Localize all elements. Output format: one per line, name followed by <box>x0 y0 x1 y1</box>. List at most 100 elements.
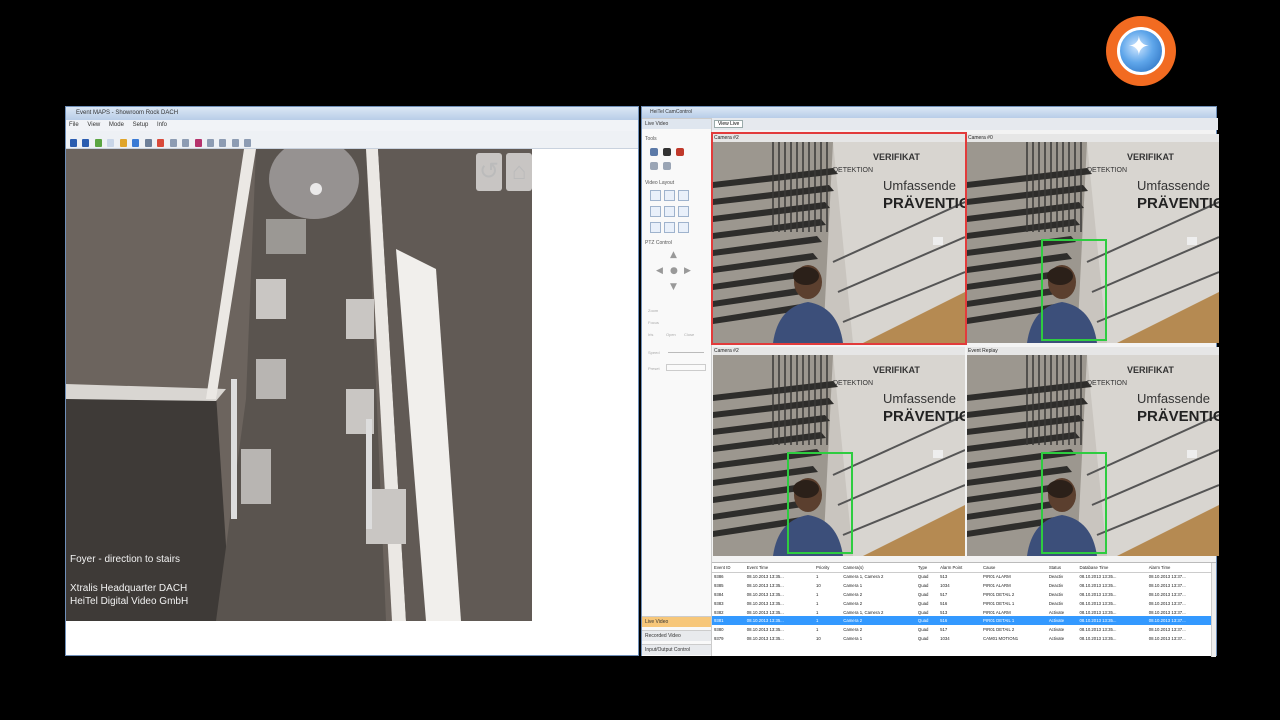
snapshot-icon[interactable] <box>650 162 658 170</box>
column-header[interactable]: Database Time <box>1077 563 1147 573</box>
event-row[interactable]: 9384 08.10.2013 13:35... 1 Camera 2 Quad 517 P… <box>712 590 1216 599</box>
page-icon[interactable] <box>107 139 115 147</box>
iris-open-button[interactable]: Open <box>666 332 676 337</box>
settings-icon[interactable] <box>206 139 214 147</box>
iris-close-button[interactable]: Close <box>684 332 694 337</box>
camcontrol-window: HeiTel CamControl Live Video Tools Video… <box>641 106 1219 657</box>
3d-map-view[interactable]: ↺ ⌂ Foyer - direction to stairs Xtralis … <box>66 149 532 621</box>
grid-icon[interactable] <box>182 139 190 147</box>
column-header[interactable]: Status <box>1046 563 1078 573</box>
home-button[interactable]: ⌂ <box>506 153 532 191</box>
column-header[interactable]: Cause <box>981 563 1047 573</box>
column-header[interactable]: Camera(s) <box>841 563 916 573</box>
record-icon[interactable] <box>157 139 165 147</box>
svg-text:Umfassende: Umfassende <box>1137 178 1210 193</box>
camera-tile[interactable]: Event Replay VERIFIKAT DETEKTION Umfassend… <box>967 347 1219 556</box>
ptz-control-label: PTZ Control <box>645 240 672 246</box>
arrow-right-icon[interactable]: ▶ <box>684 266 691 276</box>
camera-tile[interactable]: Camera #0 VERIFIKAT DETEKTION Umfassende PR… <box>967 134 1219 343</box>
plugin-icon[interactable] <box>194 139 202 147</box>
event-row[interactable]: 9383 08.10.2013 13:35... 1 Camera 2 Quad 516 P… <box>712 599 1216 608</box>
layout-3x3[interactable] <box>678 190 689 201</box>
list-icon[interactable] <box>169 139 177 147</box>
menu-mode[interactable]: Mode <box>109 122 124 128</box>
column-header[interactable]: Priority <box>813 563 842 573</box>
forward-icon[interactable] <box>82 139 90 147</box>
speed-slider[interactable] <box>668 352 704 353</box>
tab-live-video-header[interactable]: Live Video <box>642 118 711 129</box>
column-header[interactable]: Event ID <box>712 563 745 573</box>
menu-bar: File View Mode Setup Info <box>66 120 638 131</box>
tab-recorded-video[interactable]: Recorded Video <box>642 630 711 641</box>
layout-1p5[interactable] <box>664 206 675 217</box>
arrow-left-icon[interactable]: ◀ <box>656 266 663 276</box>
view-live-button[interactable]: View Live <box>714 120 744 128</box>
arrow-down-icon[interactable]: ▼ <box>670 282 677 292</box>
pen-icon[interactable] <box>663 148 671 156</box>
folder-icon[interactable] <box>119 139 127 147</box>
layout-custom[interactable] <box>678 222 689 233</box>
back-icon[interactable] <box>70 139 77 147</box>
focus-label: Focus <box>648 320 659 325</box>
event-list-scrollbar[interactable] <box>1211 563 1216 657</box>
event-cell: Activate <box>1048 609 1065 615</box>
svg-text:VERIFIKAT: VERIFIKAT <box>1127 152 1174 162</box>
event-cell: Deactiv <box>1048 591 1064 597</box>
event-row[interactable]: 9379 08.10.2013 13:35... 10 Camera 1 Quad 103… <box>712 634 1216 643</box>
tab-live-video[interactable]: Live Video <box>642 616 711 627</box>
iris-label: Iris <box>648 332 654 337</box>
event-row[interactable]: 9381 08.10.2013 13:35... 1 Camera 2 Quad 516 P… <box>712 616 1216 626</box>
column-header[interactable]: Event Time <box>744 563 814 573</box>
event-table-header: Event ID Event Time Priority Camera(s) Type A… <box>712 563 1216 573</box>
menu-file[interactable]: File <box>69 122 79 128</box>
event-cell: 1 <box>815 627 819 633</box>
layout-2x2[interactable] <box>664 190 675 201</box>
window-title: HeiTel CamControl <box>642 107 1216 118</box>
layout-1x1[interactable] <box>650 190 661 201</box>
event-row[interactable]: 9385 08.10.2013 13:35... 10 Camera 1 Quad 103… <box>712 581 1216 590</box>
event-cell: Quad <box>917 627 929 633</box>
event-row[interactable]: 9380 08.10.2013 13:35... 1 Camera 2 Quad 517 P… <box>712 625 1216 634</box>
event-cell: 08.10.2013 13:37... <box>1148 582 1186 588</box>
print-icon[interactable] <box>231 139 239 147</box>
arrow-up-icon[interactable]: ▲ <box>670 250 677 260</box>
column-header[interactable]: Alarm Time <box>1146 563 1216 573</box>
menu-view[interactable]: View <box>87 122 100 128</box>
event-cell: 08.10.2013 13:37... <box>1148 636 1186 642</box>
layout-1p12[interactable] <box>650 222 661 233</box>
event-row[interactable]: 9386 08.10.2013 13:35... 1 Camera 1, Camera… <box>712 572 1216 581</box>
menu-info[interactable]: Info <box>157 122 167 128</box>
camera-icon[interactable] <box>144 139 152 147</box>
ptz-center-icon[interactable]: ● <box>670 266 678 276</box>
rotate-button[interactable]: ↺ <box>476 153 502 191</box>
event-cell: 08.10.2013 13:37... <box>1148 574 1186 580</box>
globe-icon[interactable] <box>132 139 140 147</box>
menu-setup[interactable]: Setup <box>133 122 149 128</box>
layers-icon[interactable] <box>219 139 227 147</box>
event-cell: 08.10.2013 13:35... <box>746 636 784 642</box>
column-header[interactable]: Alarm Point <box>938 563 982 573</box>
layout-4x4[interactable] <box>650 206 661 217</box>
tool-icon[interactable] <box>650 148 658 156</box>
event-cell: PIR01 DETAIL 1 <box>983 600 1015 606</box>
column-header[interactable]: Type <box>915 563 939 573</box>
tab-io-control[interactable]: Input/Output Control <box>642 644 711 655</box>
svg-text:DETEKTION: DETEKTION <box>833 380 873 387</box>
camera-feed: VERIFIKATDETEKTION Umfassende PRÄVENTION <box>967 142 1219 343</box>
event-cell: 513 <box>940 574 948 580</box>
camera-tile[interactable]: Camera #2 VERIFIKAT DETEKTION Umfassende PR… <box>711 132 967 345</box>
erase-icon[interactable] <box>663 162 671 170</box>
event-maps-window: Event MAPS - Showroom Rock DACH File Vie… <box>65 106 639 656</box>
refresh-icon[interactable] <box>94 139 102 147</box>
camera-tile[interactable]: Camera #2 VERIFIKAT DETEKTION Umfassende PR… <box>713 347 965 556</box>
layout-1p7[interactable] <box>678 206 689 217</box>
event-cell: 10 <box>815 582 821 588</box>
help-icon[interactable] <box>244 139 252 147</box>
event-cell: CAM01 MOTION1 <box>983 636 1019 642</box>
svg-text:PRÄVENTION: PRÄVENTION <box>1137 408 1219 425</box>
camera-label: Camera #0 <box>968 135 993 141</box>
preset-select[interactable] <box>666 364 706 371</box>
layout-2p8[interactable] <box>664 222 675 233</box>
event-row[interactable]: 9382 08.10.2013 13:35... 1 Camera 1, Camera… <box>712 608 1216 617</box>
record-icon[interactable] <box>676 148 684 156</box>
